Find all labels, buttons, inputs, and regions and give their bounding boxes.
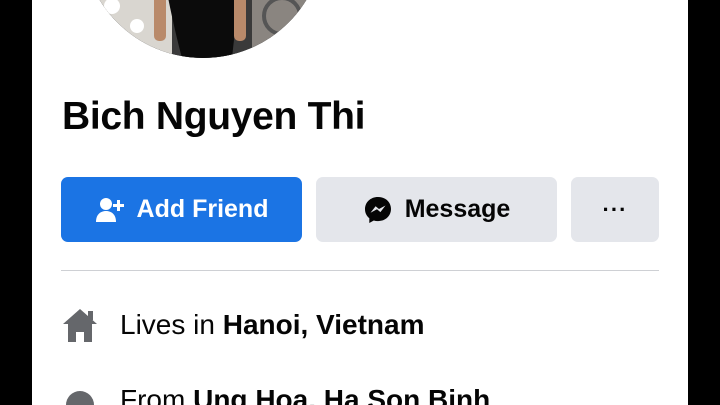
- intro-lives-in: Lives in Hanoi, Vietnam: [60, 305, 424, 345]
- profile-name: Bich Nguyen Thi: [62, 95, 366, 138]
- from-text: From Ung Hoa, Ha Son Binh: [120, 384, 490, 405]
- intro-from: From Ung Hoa, Ha Son Binh: [60, 380, 490, 405]
- lives-in-text: Lives in Hanoi, Vietnam: [120, 309, 424, 341]
- location-icon: [60, 380, 100, 405]
- add-friend-label: Add Friend: [136, 195, 269, 223]
- more-dots-icon: ···: [602, 196, 628, 222]
- section-divider: [61, 270, 659, 271]
- messenger-icon: [363, 195, 393, 225]
- message-button[interactable]: Message: [316, 177, 557, 242]
- from-prefix: From: [120, 384, 194, 405]
- home-icon: [60, 305, 100, 345]
- person-plus-icon: [95, 196, 125, 224]
- lives-in-place[interactable]: Hanoi, Vietnam: [223, 309, 425, 340]
- from-place[interactable]: Ung Hoa, Ha Son Binh: [193, 384, 490, 405]
- profile-avatar[interactable]: [82, 0, 324, 58]
- avatar-photo: [82, 0, 324, 58]
- message-label: Message: [404, 195, 511, 223]
- profile-card: Bich Nguyen Thi Add Friend Message ··· L…: [32, 0, 688, 405]
- more-options-button[interactable]: ···: [571, 177, 659, 242]
- add-friend-button[interactable]: Add Friend: [61, 177, 302, 242]
- lives-in-prefix: Lives in: [120, 309, 223, 340]
